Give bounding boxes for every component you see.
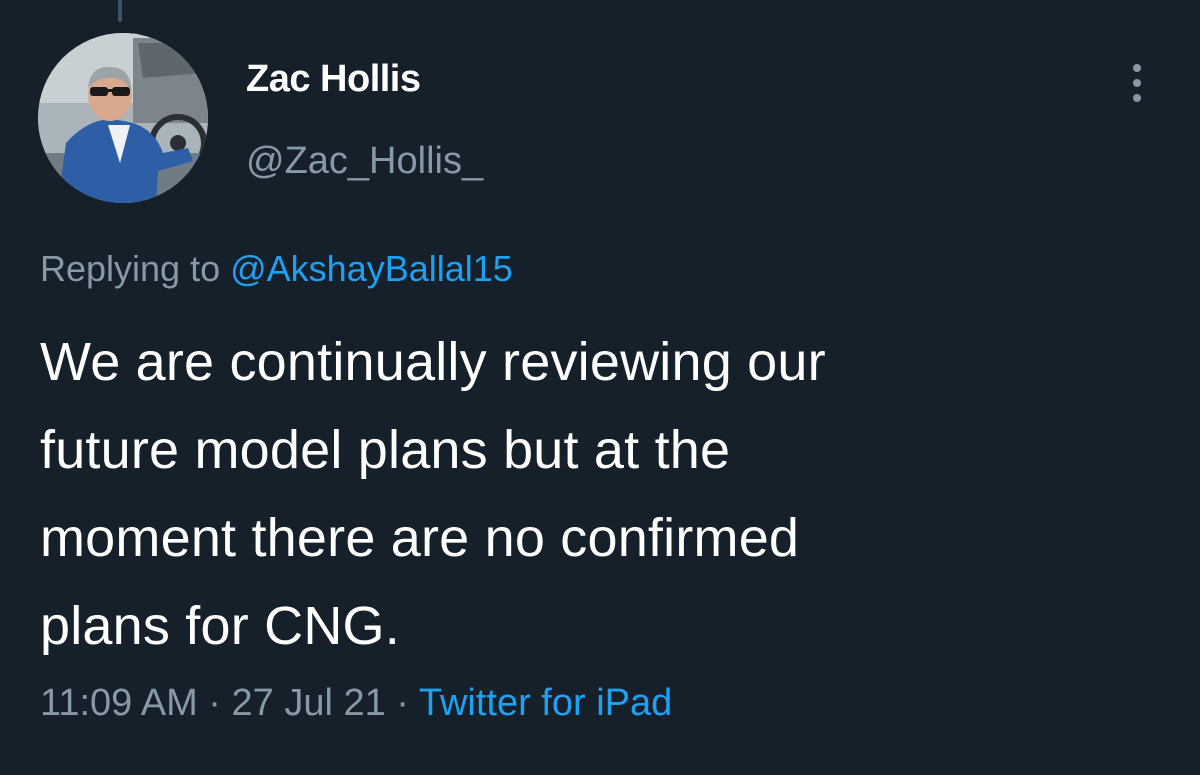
tweet-text-line: future model plans but at the: [40, 420, 731, 480]
more-dot: [1133, 94, 1141, 102]
tweet-source-link[interactable]: Twitter for iPad: [419, 682, 672, 724]
avatar[interactable]: [38, 33, 208, 203]
meta-separator: ·: [385, 682, 419, 724]
tweet-meta: 11:09 AM · 27 Jul 21 · Twitter for iPad: [40, 682, 672, 725]
tweet-text-line: We are continually reviewing our: [40, 332, 826, 392]
profile-photo: [38, 33, 208, 203]
author-display-name[interactable]: Zac Hollis: [246, 58, 421, 101]
replying-to: Replying to @AkshayBallal15: [40, 248, 513, 290]
tweet-text-line: plans for CNG.: [40, 596, 400, 656]
more-dot: [1133, 64, 1141, 72]
thread-connector-line: [118, 0, 122, 22]
reply-mention-link[interactable]: @AkshayBallal15: [230, 248, 513, 289]
tweet-text-line: moment there are no confirmed: [40, 508, 800, 568]
more-dot: [1133, 79, 1141, 87]
meta-separator: ·: [197, 682, 232, 724]
replying-to-label: Replying to: [40, 248, 231, 289]
tweet-time[interactable]: 11:09 AM: [40, 682, 198, 724]
tweet-text: We are continually reviewing our future …: [40, 318, 1160, 670]
tweet-date[interactable]: 27 Jul 21: [232, 682, 386, 724]
more-options-icon[interactable]: [1122, 60, 1152, 106]
author-handle[interactable]: @Zac_Hollis_: [246, 140, 483, 183]
